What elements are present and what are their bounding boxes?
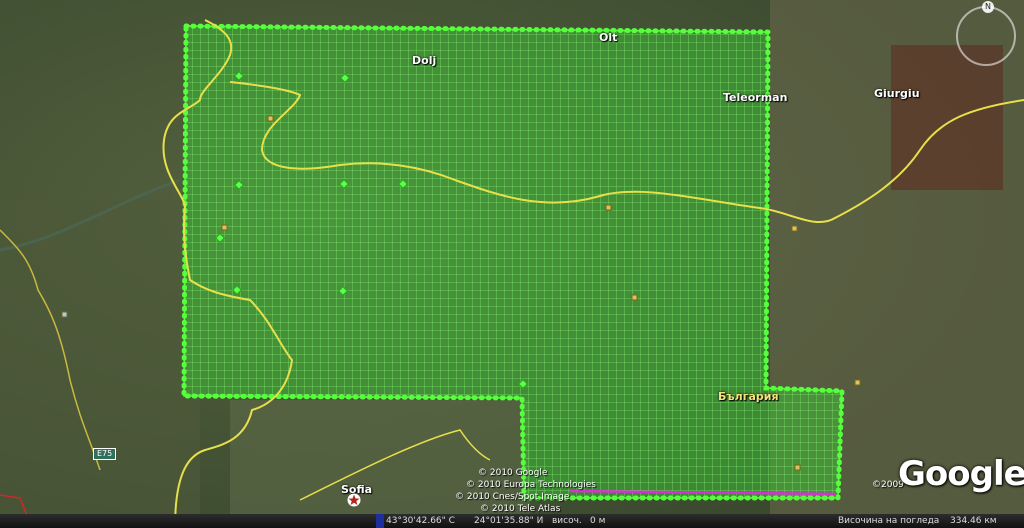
giurgiu-tile [891,45,1003,190]
elevation-label: височ. [552,516,582,526]
google-logo: Google [898,454,1024,494]
eye-altitude-label: Височина на погледа [838,516,940,526]
label-olt: Olt [599,31,618,44]
navigation-ring[interactable] [956,6,1016,66]
satellite-map[interactable] [0,0,1024,528]
copyright-cnes: © 2010 Cnes/Spot Image [455,492,570,502]
label-bulgaria: България [718,390,779,403]
road-shield-e75: E75 [93,448,117,460]
label-giurgiu: Giurgiu [874,87,920,100]
label-teleorman: Teleorman [723,91,788,104]
longitude-readout: 24°01'35.88" И [474,516,544,526]
copyright-europa: © 2010 Europa Technologies [466,480,596,490]
copyright-google: © 2010 Google [478,468,548,478]
coords-indicator [376,514,384,528]
compass-north-icon[interactable]: N [982,1,994,13]
latitude-readout: 43°30'42.66" С [386,516,455,526]
capital-star-icon [347,493,361,507]
status-bar: 43°30'42.66" С 24°01'35.88" И височ. 0 м… [0,514,1024,528]
label-dolj: Dolj [412,54,437,67]
map-viewport[interactable]: Dolj Olt Teleorman Giurgiu България Sofi… [0,0,1024,528]
eye-altitude-value: 334.46 км [950,516,997,526]
copyright-teleatlas: © 2010 Tele Atlas [480,504,561,514]
elevation-value: 0 м [590,516,606,526]
